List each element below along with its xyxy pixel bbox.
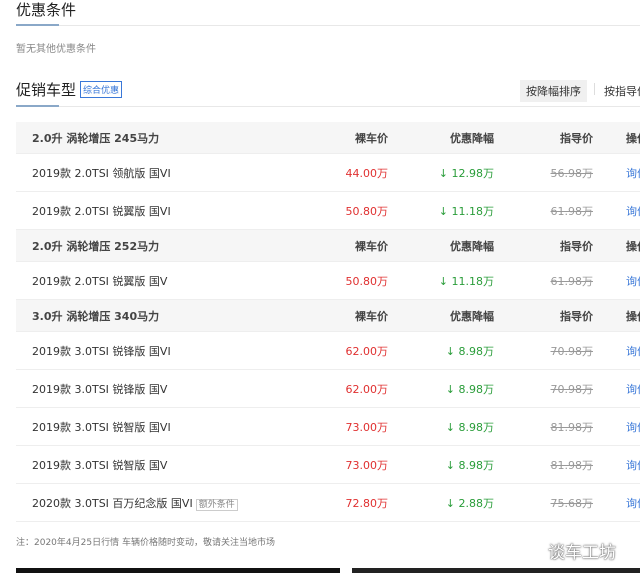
table-row: 2019款 3.0TSI 锐锋版 国VI 62.00万 ↓ 8.98万 70.9… <box>16 332 640 370</box>
model-name: 2019款 2.0TSI 锐翼版 国VI <box>32 203 171 219</box>
model-name-text: 2019款 3.0TSI 锐锋版 国VI <box>32 344 171 358</box>
table-row: 2020款 3.0TSI 百万纪念版 国VI 额外条件 72.80万 ↓ 2.88… <box>16 484 640 522</box>
no-conditions-text: 暂无其他优惠条件 <box>16 44 96 55</box>
model-name: 2019款 2.0TSI 领航版 国VI <box>32 165 171 181</box>
guide-price: 81.98万 <box>550 458 594 472</box>
divider <box>594 83 595 95</box>
inquire-link[interactable]: 询价 <box>626 165 640 181</box>
guide-price: 70.98万 <box>550 344 594 358</box>
model-name: 2019款 3.0TSI 锐智版 国V <box>32 457 167 473</box>
group-header: 2.0升 涡轮增压 252马力 裸车价 优惠降幅 指导价 操作 <box>16 230 640 262</box>
col-guide-price: 指导价 <box>560 309 593 323</box>
price-note: 注：2020年4月25日行情 车辆价格随时变动，敬请关注当地市场 <box>16 538 275 548</box>
col-guide-price: 指导价 <box>560 131 593 145</box>
title-underline <box>16 105 59 107</box>
inquire-link[interactable]: 询价 <box>626 457 640 473</box>
model-name: 2019款 2.0TSI 锐翼版 国V <box>32 273 167 289</box>
guide-price: 56.98万 <box>550 166 594 180</box>
col-bare-price: 裸车价 <box>355 309 388 323</box>
table-row: 2019款 3.0TSI 锐锋版 国V 62.00万 ↓ 8.98万 70.98… <box>16 370 640 408</box>
model-name-text: 2020款 3.0TSI 百万纪念版 国VI <box>32 496 193 510</box>
col-discount: 优惠降幅 <box>450 131 494 145</box>
engine-spec: 3.0升 涡轮增压 340马力 <box>32 309 160 323</box>
model-name-text: 2019款 2.0TSI 锐翼版 国VI <box>32 204 171 218</box>
inquire-link[interactable]: 询价 <box>626 419 640 435</box>
col-action: 操作 <box>626 131 640 145</box>
discount: ↓ 12.98万 <box>438 166 494 180</box>
divider <box>16 25 640 26</box>
inquire-link[interactable]: 询价 <box>626 273 640 289</box>
image-thumbnail[interactable] <box>16 568 340 573</box>
model-name-text: 2019款 3.0TSI 锐智版 国V <box>32 458 168 472</box>
guide-price: 61.98万 <box>550 274 594 288</box>
group-header: 3.0升 涡轮增压 340马力 裸车价 优惠降幅 指导价 操作 <box>16 300 640 332</box>
bare-price: 73.00万 <box>345 420 389 434</box>
engine-spec: 2.0升 涡轮增压 252马力 <box>32 239 160 253</box>
table-row: 2019款 3.0TSI 锐智版 国VI 73.00万 ↓ 8.98万 81.9… <box>16 408 640 446</box>
model-name-text: 2019款 2.0TSI 领航版 国VI <box>32 166 171 180</box>
title-underline <box>16 24 59 26</box>
bare-price: 50.80万 <box>345 204 389 218</box>
model-name: 2019款 3.0TSI 锐锋版 国VI <box>32 343 171 359</box>
model-name-text: 2019款 3.0TSI 锐智版 国VI <box>32 420 171 434</box>
inquire-link[interactable]: 询价 <box>626 381 640 397</box>
discount: ↓ 11.18万 <box>438 274 494 288</box>
bare-price: 62.00万 <box>345 344 389 358</box>
discount: ↓ 8.98万 <box>445 458 494 472</box>
promo-tag: 综合优惠 <box>80 81 123 98</box>
sort-by-guide-button[interactable]: 按指导价 <box>604 83 640 99</box>
guide-price: 70.98万 <box>550 382 594 396</box>
col-bare-price: 裸车价 <box>355 131 388 145</box>
table-row: 2019款 2.0TSI 锐翼版 国VI 50.80万 ↓ 11.18万 61.… <box>16 192 640 230</box>
inquire-link[interactable]: 询价 <box>626 343 640 359</box>
divider <box>16 106 640 107</box>
bare-price: 62.00万 <box>345 382 389 396</box>
col-action: 操作 <box>626 239 640 253</box>
table-row: 2019款 3.0TSI 锐智版 国V 73.00万 ↓ 8.98万 81.98… <box>16 446 640 484</box>
model-name-text: 2019款 2.0TSI 锐翼版 国V <box>32 274 168 288</box>
guide-price: 75.68万 <box>550 496 594 510</box>
sort-by-drop-button[interactable]: 按降幅排序 <box>520 80 587 102</box>
col-discount: 优惠降幅 <box>450 309 494 323</box>
guide-price: 61.98万 <box>550 204 594 218</box>
discount: ↓ 8.98万 <box>445 344 494 358</box>
bare-price: 44.00万 <box>345 166 389 180</box>
model-name: 2019款 3.0TSI 锐锋版 国V <box>32 381 167 397</box>
extra-conditions-tag[interactable]: 额外条件 <box>195 498 238 511</box>
discount: ↓ 11.18万 <box>438 204 494 218</box>
inquire-link[interactable]: 询价 <box>626 203 640 219</box>
col-bare-price: 裸车价 <box>355 239 388 253</box>
discount: ↓ 8.98万 <box>445 420 494 434</box>
col-discount: 优惠降幅 <box>450 239 494 253</box>
discount: ↓ 8.98万 <box>445 382 494 396</box>
col-guide-price: 指导价 <box>560 239 593 253</box>
bare-price: 50.80万 <box>345 274 389 288</box>
watermark: 谈车工坊 <box>548 543 616 563</box>
conditions-title: 优惠条件 <box>16 1 77 19</box>
col-action: 操作 <box>626 309 640 323</box>
image-thumbnail[interactable] <box>352 568 640 573</box>
bare-price: 73.00万 <box>345 458 389 472</box>
engine-spec: 2.0升 涡轮增压 245马力 <box>32 131 160 145</box>
table-row: 2019款 2.0TSI 领航版 国VI 44.00万 ↓ 12.98万 56.… <box>16 154 640 192</box>
table-row: 2019款 2.0TSI 锐翼版 国V 50.80万 ↓ 11.18万 61.9… <box>16 262 640 300</box>
promo-title: 促销车型 <box>16 81 77 99</box>
model-name: 2020款 3.0TSI 百万纪念版 国VI 额外条件 <box>32 495 238 511</box>
inquire-link[interactable]: 询价 <box>626 495 640 511</box>
discount: ↓ 2.88万 <box>445 496 494 510</box>
bare-price: 72.80万 <box>345 496 389 510</box>
model-name-text: 2019款 3.0TSI 锐锋版 国V <box>32 382 168 396</box>
guide-price: 81.98万 <box>550 420 594 434</box>
group-header: 2.0升 涡轮增压 245马力 裸车价 优惠降幅 指导价 操作 <box>16 122 640 154</box>
model-name: 2019款 3.0TSI 锐智版 国VI <box>32 419 171 435</box>
